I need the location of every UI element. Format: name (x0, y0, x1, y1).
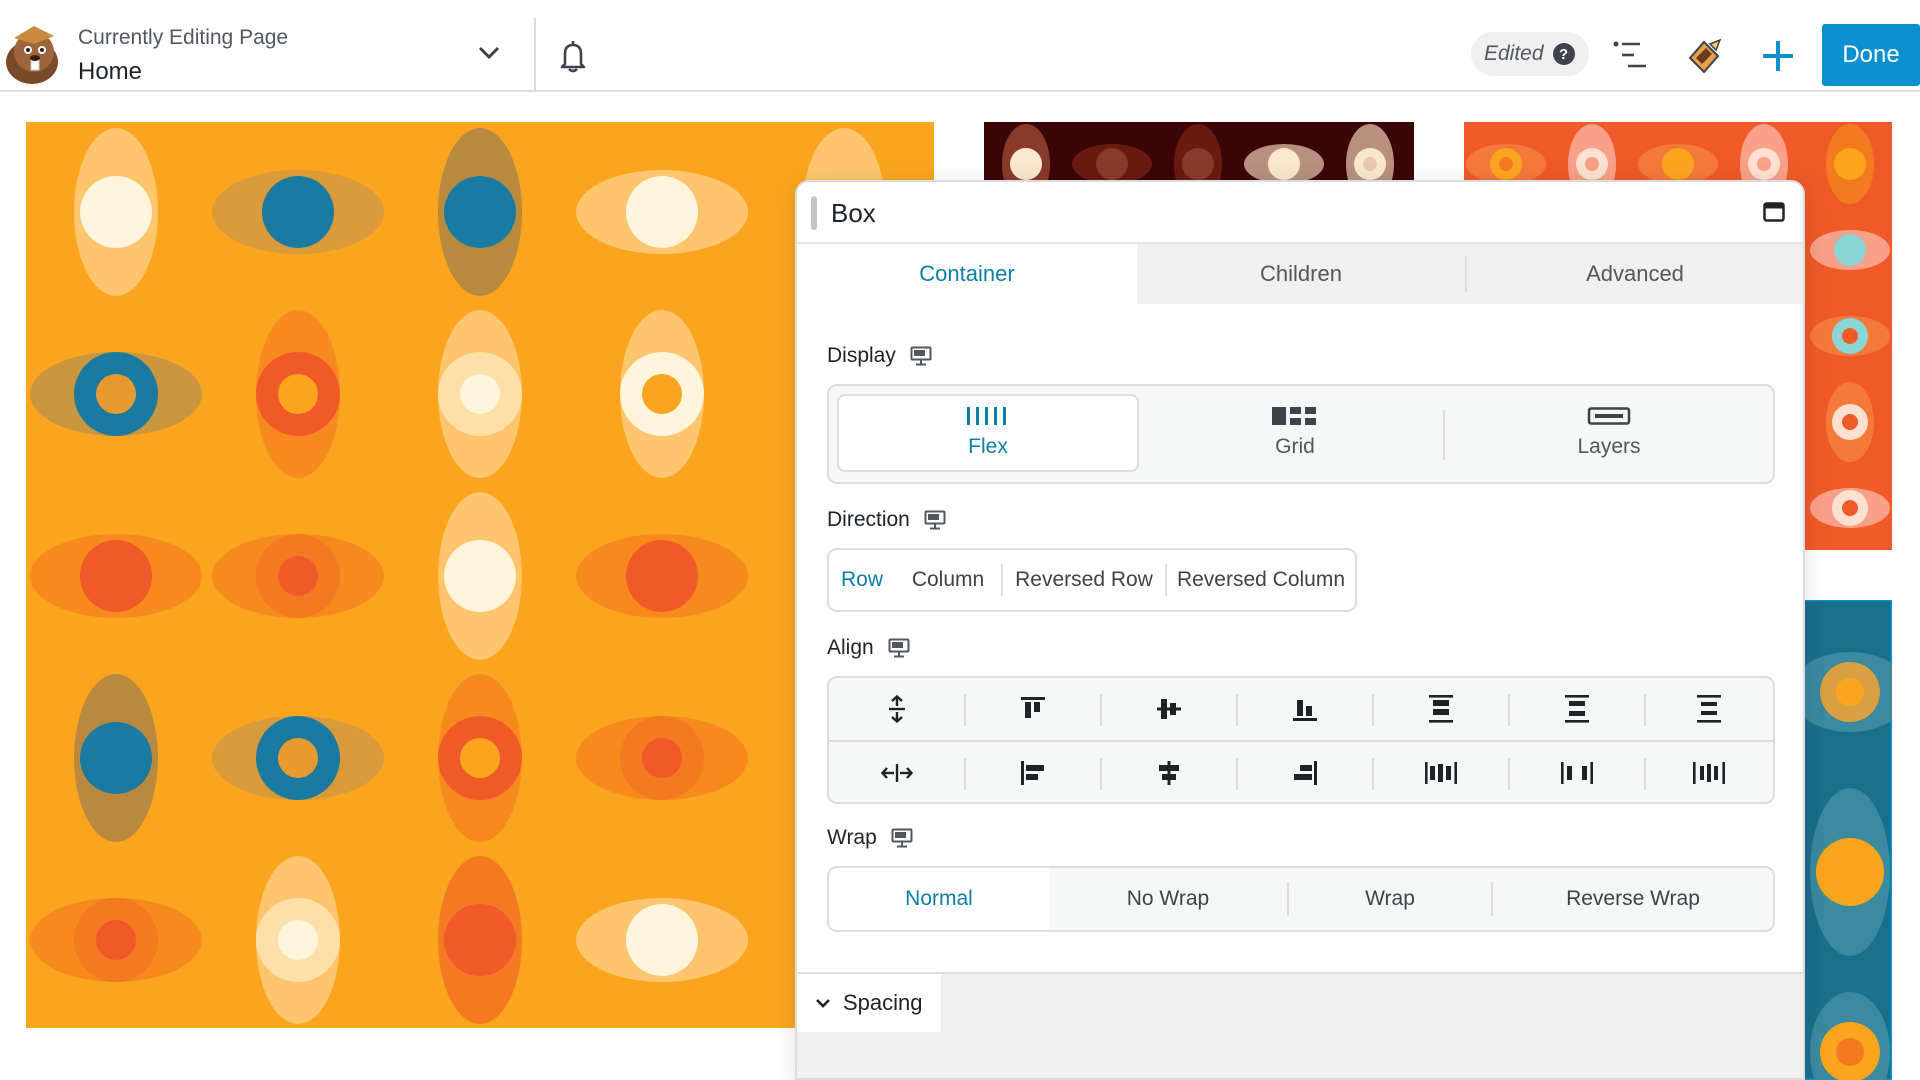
align-left-button[interactable] (965, 742, 1101, 804)
space-around-horizontal-button[interactable] (1509, 742, 1645, 804)
space-between-vertical-button[interactable] (1373, 678, 1509, 740)
drag-handle[interactable] (811, 196, 817, 230)
layers-icon (1587, 407, 1631, 425)
wrap-label: Wrap (827, 826, 877, 849)
assistant-icon[interactable] (1684, 36, 1724, 76)
grid-icon (1272, 407, 1316, 425)
space-around-horizontal-icon (1561, 762, 1593, 784)
align-middle-button[interactable] (1101, 678, 1237, 740)
beaver-logo-icon[interactable] (0, 20, 66, 86)
align-bottom-icon (1293, 700, 1317, 721)
display-option-grid[interactable]: Grid (1145, 394, 1445, 472)
stretch-horizontal-icon (881, 764, 913, 782)
wrap-option-wrap[interactable]: Wrap (1289, 868, 1491, 930)
align-center-icon (1159, 761, 1179, 785)
space-evenly-vertical-icon (1697, 695, 1721, 723)
spacing-section-label: Spacing (843, 990, 923, 1015)
responsive-desktop-icon[interactable] (910, 346, 932, 366)
done-button[interactable]: Done (1822, 24, 1920, 86)
align-center-button[interactable] (1101, 742, 1237, 804)
align-label: Align (827, 636, 874, 659)
display-option-label: Flex (968, 435, 1008, 458)
panel-tabs: Container Children Advanced (797, 244, 1803, 304)
help-icon[interactable]: ? (1552, 43, 1575, 65)
align-stretch-horizontal-button[interactable] (829, 742, 965, 804)
wrap-option-normal[interactable]: Normal (829, 868, 1049, 930)
panel-header[interactable]: Box (797, 182, 1803, 244)
space-around-vertical-icon (1565, 695, 1589, 723)
wrap-section-label: Wrap (827, 826, 913, 850)
display-options-group: Flex Grid Layers (827, 384, 1775, 484)
wrap-option-reverse-wrap[interactable]: Reverse Wrap (1493, 868, 1773, 930)
responsive-desktop-icon[interactable] (891, 828, 913, 848)
align-stretch-vertical-button[interactable] (829, 678, 965, 740)
wrap-options-group: Normal No Wrap Wrap Reverse Wrap (827, 866, 1775, 932)
flex-icon (967, 407, 1006, 425)
currently-editing-label: Currently Editing Page (78, 26, 289, 49)
outline-list-icon[interactable] (1610, 38, 1650, 72)
display-label: Display (827, 344, 896, 367)
align-left-icon (1021, 761, 1044, 785)
direction-label: Direction (827, 508, 910, 531)
wrap-option-no-wrap[interactable]: No Wrap (1049, 868, 1287, 930)
align-right-button[interactable] (1237, 742, 1373, 804)
display-option-label: Grid (1275, 435, 1315, 458)
spacing-section: Spacing (797, 972, 1803, 1078)
tab-advanced[interactable]: Advanced (1467, 244, 1803, 304)
space-between-horizontal-icon (1425, 762, 1457, 784)
edited-status-label: Edited (1484, 42, 1544, 65)
display-option-label: Layers (1577, 435, 1641, 458)
spacing-section-toggle[interactable]: Spacing (797, 974, 941, 1032)
top-toolbar: Currently Editing Page Home Edited ? Don… (0, 0, 1920, 92)
responsive-desktop-icon[interactable] (888, 638, 910, 658)
panel-title: Box (831, 198, 876, 228)
align-top-icon (1021, 697, 1045, 718)
tab-container[interactable]: Container (797, 244, 1137, 304)
display-option-flex[interactable]: Flex (837, 394, 1139, 472)
direction-option-column[interactable]: Column (895, 550, 1001, 610)
edited-status-badge[interactable]: Edited ? (1471, 32, 1589, 76)
align-section-label: Align (827, 636, 910, 660)
page-title: Home (78, 58, 143, 85)
align-middle-icon (1157, 699, 1181, 719)
add-plus-icon[interactable] (1760, 38, 1796, 74)
chevron-down-icon (816, 999, 830, 1008)
align-top-button[interactable] (965, 678, 1101, 740)
stretch-vertical-icon (889, 695, 905, 723)
toolbar-divider (534, 18, 536, 92)
space-evenly-horizontal-button[interactable] (1645, 742, 1773, 804)
align-right-icon (1294, 761, 1317, 785)
tab-children[interactable]: Children (1137, 244, 1465, 304)
space-around-vertical-button[interactable] (1509, 678, 1645, 740)
maximize-icon[interactable] (1763, 202, 1785, 222)
space-between-horizontal-button[interactable] (1373, 742, 1509, 804)
direction-option-reversed-column[interactable]: Reversed Column (1167, 550, 1355, 610)
space-evenly-vertical-button[interactable] (1645, 678, 1773, 740)
display-section-label: Display (827, 344, 932, 368)
maroon-eye-pattern-tile[interactable] (984, 122, 1414, 182)
page-info[interactable]: Currently Editing Page Home (78, 26, 288, 86)
direction-option-reversed-row[interactable]: Reversed Row (1003, 550, 1165, 610)
space-between-vertical-icon (1429, 695, 1453, 723)
box-settings-panel: Box Container Children Advanced Display … (795, 180, 1805, 1080)
direction-option-row[interactable]: Row (829, 550, 895, 610)
option-divider (1443, 410, 1445, 460)
display-option-layers[interactable]: Layers (1451, 394, 1767, 472)
space-evenly-horizontal-icon (1693, 762, 1725, 784)
notifications-bell-icon[interactable] (556, 38, 590, 74)
align-bottom-button[interactable] (1237, 678, 1373, 740)
direction-section-label: Direction (827, 508, 946, 532)
responsive-desktop-icon[interactable] (924, 510, 946, 530)
align-options-group (827, 676, 1775, 804)
chevron-down-icon[interactable] (472, 40, 506, 66)
direction-options-group: Row Column Reversed Row Reversed Column (827, 548, 1357, 612)
